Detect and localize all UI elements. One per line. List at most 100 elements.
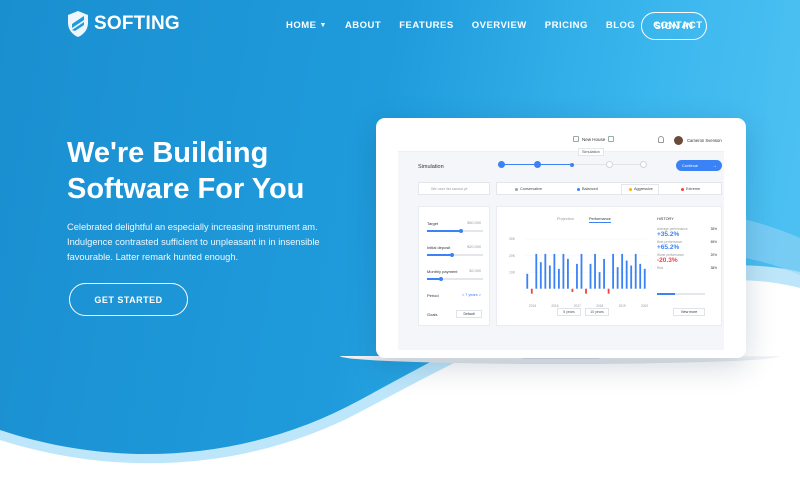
filter-chip-extreme[interactable]: Extreme — [681, 187, 700, 191]
stat-value: -20.3% — [657, 257, 678, 264]
chart-bar — [639, 263, 642, 289]
stat-percent: 35% — [710, 227, 717, 231]
bell-icon — [658, 136, 664, 143]
field-value: $20,000 — [467, 245, 481, 249]
field-label: Initial deposit — [427, 245, 451, 250]
x-tick-label: 2019 — [619, 304, 626, 308]
stat-value: +65.2% — [657, 244, 680, 251]
nav-item-about[interactable]: ABOUT — [345, 20, 381, 31]
chart-bar — [539, 262, 542, 289]
app-tab: New House — [573, 136, 615, 142]
nav-item-features[interactable]: FEATURES — [399, 20, 454, 31]
y-tick-label: 20K — [509, 254, 516, 258]
filter-chip-label: Conservative — [520, 187, 543, 191]
chart-bar — [571, 288, 574, 293]
filter-chip-label: Extreme — [686, 187, 701, 191]
continue-button[interactable]: Continue → — [676, 160, 722, 171]
risk-bar-fill — [657, 293, 676, 295]
risk-percent: 38% — [710, 266, 717, 270]
field-slider[interactable] — [427, 276, 483, 281]
performance-bar-chart: 30K20K10K2015 2016 2017 2018 2019 2020 — [509, 237, 648, 308]
step-dot — [534, 161, 541, 168]
history-stats: HISTORY Average performance 35% +35.2% Best… — [657, 217, 717, 279]
field-label: Monthly payment — [427, 269, 458, 274]
filter-chip-balanced[interactable]: Balanced — [577, 187, 598, 191]
goals-default-button[interactable]: Default — [456, 310, 482, 318]
filter-chip-aggressive[interactable]: Aggressive — [629, 187, 653, 191]
x-tick-label: 2020 — [641, 304, 648, 308]
chart-bar — [603, 258, 605, 289]
step-tooltip: Simulation — [578, 148, 604, 156]
avatar — [674, 136, 683, 145]
get-started-button[interactable]: GET STARTED — [69, 283, 188, 316]
filter-dot-icon — [515, 187, 518, 191]
chart-bar — [567, 258, 569, 289]
period-label: Period — [427, 293, 439, 298]
search-input[interactable]: We user list savour pt — [418, 182, 490, 195]
chart-bar — [630, 265, 633, 289]
tab-projection[interactable]: Projection — [557, 217, 574, 221]
step-dot — [498, 161, 505, 168]
view-more-button[interactable]: View more — [673, 308, 705, 316]
slider-fill — [427, 254, 453, 256]
hero-headline-line-1: We're Building — [67, 137, 269, 169]
sign-in-button[interactable]: SIGN IN — [641, 12, 707, 40]
slider-knob[interactable] — [450, 252, 455, 257]
chart-bar — [526, 273, 529, 289]
filter-chip-label: Balanced — [582, 187, 598, 191]
chart-bar — [576, 263, 578, 289]
stat-row: Average performance 35% +35.2% — [657, 227, 717, 240]
hero-headline: We're Building Software For You — [67, 135, 304, 207]
brand-logo[interactable]: SOFTING — [66, 10, 180, 38]
chart-bar — [643, 268, 646, 289]
chart-bar — [535, 253, 538, 289]
user-name: Cameron Svenson — [687, 138, 722, 143]
slider-knob[interactable] — [439, 276, 443, 281]
app-topbar: New House Cameron Svenson Simulation — [398, 130, 724, 156]
nav-item-label: HOME — [286, 20, 317, 31]
y-tick-label: 10K — [509, 270, 516, 274]
risk-bar — [657, 293, 705, 295]
nav-item-label: BLOG — [605, 20, 636, 31]
stat-value: +35.2% — [657, 231, 680, 238]
history-label: HISTORY — [657, 217, 674, 221]
simulation-title: Simulation — [418, 164, 444, 170]
nav-item-blog[interactable]: BLOG — [606, 20, 635, 31]
goals-label: Goals — [427, 312, 438, 317]
field-slider[interactable] — [427, 228, 483, 233]
chart-bar — [548, 265, 551, 289]
period-stepper[interactable]: < 7 years > — [462, 293, 481, 297]
chart-bar — [580, 253, 583, 289]
ten-years-button[interactable]: 10 years — [585, 308, 609, 316]
progress-stepper — [498, 160, 647, 170]
laptop-screen: New House Cameron Svenson Simulation Sim… — [398, 130, 724, 350]
chart-bar — [585, 288, 587, 294]
chevron-down-icon: ▼ — [319, 22, 327, 29]
app-user: Cameron Svenson — [674, 136, 722, 145]
chart-bar — [562, 253, 565, 289]
field-slider[interactable] — [427, 252, 483, 257]
chart-bar — [544, 253, 547, 289]
slider-fill — [427, 230, 461, 232]
step-dot — [570, 162, 574, 167]
nav-item-pricing[interactable]: PRICING — [545, 20, 588, 31]
hero-headline-line-2: Software For You — [67, 173, 305, 205]
nav-item-overview[interactable]: OVERVIEW — [472, 20, 527, 31]
hero-subtitle: Celebrated delightful an especially incr… — [67, 222, 320, 262]
filter-chip-conservative[interactable]: Conservative — [515, 187, 542, 191]
top-navigation: SOFTING HOME ▼ ABOUT FEATURES OVERVIEW PRICIN… — [0, 0, 800, 54]
laptop-mockup: New House Cameron Svenson Simulation Sim… — [376, 118, 746, 358]
field-value: $2,000 — [469, 269, 481, 273]
stat-row: Worst performance 20% -20.3% — [657, 253, 717, 266]
chart-bar — [607, 288, 610, 294]
app-tab-title: New House — [582, 136, 606, 142]
chart-bar — [634, 253, 637, 289]
filter-dot-icon — [681, 187, 684, 191]
nav-item-home[interactable]: HOME ▼ — [286, 20, 327, 31]
strategy-filter: Conservative Balanced Aggressive Extreme — [496, 182, 722, 195]
five-years-button[interactable]: 5 years — [557, 308, 581, 316]
slider-knob[interactable] — [458, 228, 463, 233]
risk-label: Risk — [657, 266, 664, 270]
tab-performance[interactable]: Performance — [589, 217, 611, 223]
shield-icon — [68, 11, 88, 37]
